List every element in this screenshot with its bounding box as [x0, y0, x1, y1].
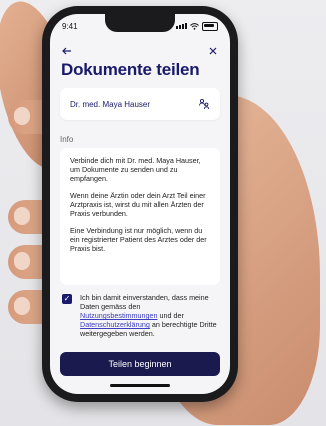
- privacy-link[interactable]: Datenschutzerklärung: [80, 320, 150, 329]
- consent-text-part: und der: [157, 311, 184, 320]
- consent-row: ✓ Ich bin damit einverstanden, dass mein…: [62, 293, 218, 338]
- phone-screen: 9:41 Dokumente teilen Dr. med. Maya Haus…: [50, 14, 230, 394]
- consent-text-part: Ich bin damit einverstanden, dass meine …: [80, 293, 209, 311]
- info-paragraph: Wenn deine Ärztin oder dein Arzt Teil ei…: [70, 191, 206, 218]
- top-navigation: [60, 44, 220, 58]
- consent-checkbox[interactable]: ✓: [62, 294, 72, 304]
- status-icons: [176, 21, 218, 31]
- status-time: 9:41: [62, 21, 78, 31]
- info-label: Info: [60, 135, 74, 144]
- consent-text: Ich bin damit einverstanden, dass meine …: [80, 293, 218, 338]
- battery-icon: [202, 21, 218, 31]
- doctor-card: Dr. med. Maya Hauser: [60, 88, 220, 120]
- doctor-name: Dr. med. Maya Hauser: [70, 99, 151, 109]
- start-sharing-button[interactable]: Teilen beginnen: [60, 352, 220, 376]
- fingernail: [14, 297, 30, 315]
- wifi-icon: [190, 22, 199, 30]
- home-indicator: [110, 384, 170, 387]
- fingernail: [14, 207, 30, 225]
- user-switch-icon[interactable]: [198, 98, 210, 110]
- info-card: Verbinde dich mit Dr. med. Maya Hauser, …: [60, 148, 220, 285]
- fingernail: [14, 252, 30, 270]
- fingernail: [14, 107, 30, 125]
- signal-icon: [176, 23, 187, 29]
- status-bar: 9:41: [62, 20, 218, 32]
- terms-link[interactable]: Nutzungsbestimmungen: [80, 311, 158, 320]
- arrow-left-icon[interactable]: [60, 44, 74, 58]
- info-paragraph: Eine Verbindung ist nur möglich, wenn du…: [70, 226, 207, 253]
- page-title: Dokumente teilen: [61, 60, 200, 79]
- close-icon[interactable]: [206, 44, 220, 58]
- info-paragraph: Verbinde dich mit Dr. med. Maya Hauser, …: [70, 156, 201, 183]
